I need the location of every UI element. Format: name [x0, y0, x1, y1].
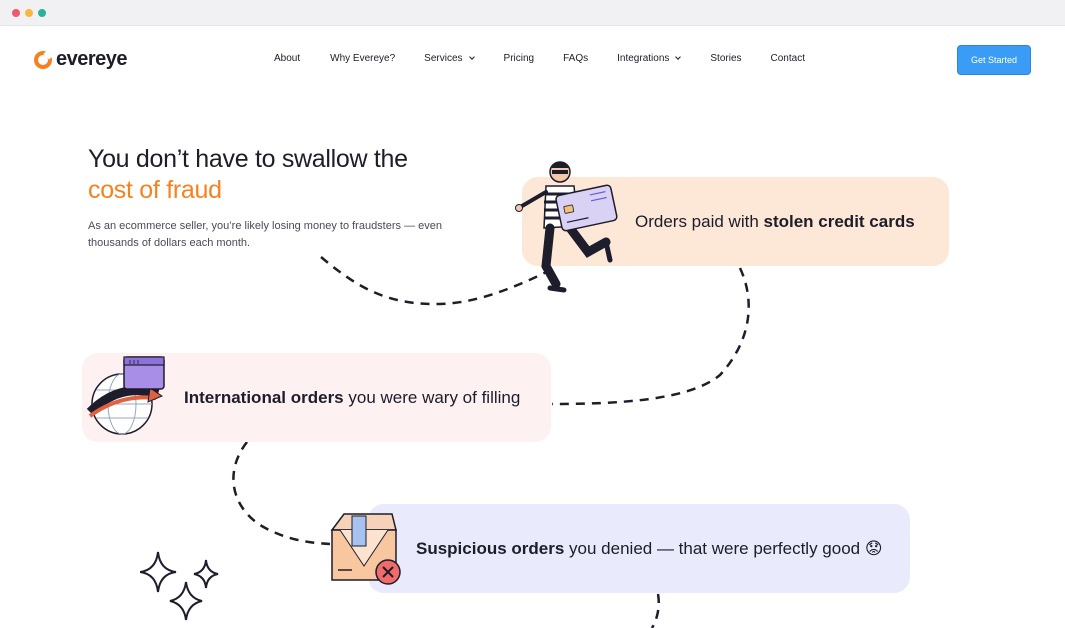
- hero-description: As an ecommerce seller, you’re likely lo…: [88, 220, 442, 249]
- browser-window: evereye About Why Evereye? Services Pric…: [0, 0, 1065, 628]
- nav-link-integrations[interactable]: Integrations: [617, 53, 682, 64]
- card-3-suffix: you denied — that were perfectly good 😟: [564, 538, 883, 558]
- sparkles-icon: [140, 551, 219, 621]
- minimize-window-dot[interactable]: [25, 9, 33, 17]
- card-3-bold: Suspicious orders: [416, 538, 565, 558]
- card-1-text: Orders paid with stolen credit cards: [635, 212, 915, 232]
- card-1-prefix: Orders paid with: [635, 211, 764, 231]
- card-1-bold: stolen credit cards: [763, 211, 915, 231]
- close-window-dot[interactable]: [12, 9, 20, 17]
- globe-package-icon: [86, 356, 165, 435]
- get-started-button[interactable]: Get Started: [957, 45, 1031, 75]
- card-suspicious-orders: Suspicious orders you denied — that were…: [368, 504, 910, 593]
- hero-title-accent: cost of fraud: [88, 176, 222, 204]
- maximize-window-dot[interactable]: [38, 9, 46, 17]
- top-navbar: evereye About Why Evereye? Services Pric…: [0, 26, 1065, 94]
- chevron-down-icon: [675, 54, 682, 60]
- nav-link-faqs[interactable]: FAQs: [563, 53, 588, 64]
- nav-link-about[interactable]: About: [274, 53, 300, 64]
- thief-illustration-icon: [515, 161, 618, 293]
- chevron-down-icon: [468, 54, 475, 60]
- card-2-suffix: you were wary of filling: [343, 387, 521, 407]
- card-3-text: Suspicious orders you denied — that were…: [416, 539, 883, 559]
- hero-title-line: You don’t have to swallow the: [88, 145, 408, 173]
- nav-link-services[interactable]: Services: [424, 53, 475, 64]
- nav-link-pricing[interactable]: Pricing: [504, 53, 535, 64]
- evereye-logo-icon: [34, 50, 52, 69]
- nav-link-integrations-label: Integrations: [617, 53, 670, 64]
- card-2-bold: International orders: [184, 387, 344, 407]
- card-2-text: International orders you were wary of fi…: [184, 388, 520, 408]
- brand-name: evereye: [56, 48, 128, 70]
- browser-chrome-bar: [0, 0, 1065, 26]
- denied-package-icon: [330, 513, 401, 585]
- nav-link-services-label: Services: [424, 53, 463, 64]
- hero-title: You don’t have to swallow the cost of fr…: [88, 144, 408, 206]
- nav-link-stories[interactable]: Stories: [710, 53, 741, 64]
- brand-logo[interactable]: evereye: [34, 48, 128, 71]
- nav-link-why-evereye[interactable]: Why Evereye?: [330, 53, 395, 64]
- nav-links: About Why Evereye? Services Pricing FAQs…: [260, 53, 805, 64]
- nav-link-contact[interactable]: Contact: [771, 53, 805, 64]
